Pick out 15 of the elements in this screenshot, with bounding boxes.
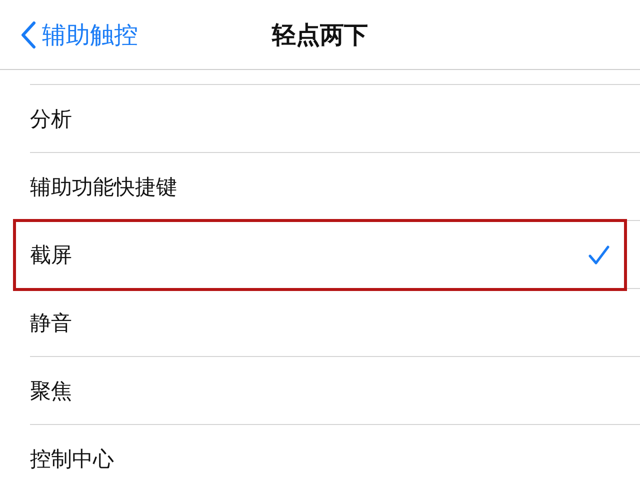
option-label: 聚焦 bbox=[30, 378, 73, 404]
option-label: 辅助功能快捷键 bbox=[30, 174, 178, 200]
option-label: 分析 bbox=[30, 106, 73, 132]
option-row[interactable]: 辅助功能快捷键 bbox=[0, 153, 640, 221]
option-row[interactable]: 分析 bbox=[0, 85, 640, 153]
option-row[interactable]: 控制中心 bbox=[0, 425, 640, 483]
option-label: 截屏 bbox=[30, 242, 73, 268]
option-row[interactable]: 静音 bbox=[0, 289, 640, 357]
option-row[interactable]: 截屏 bbox=[0, 221, 640, 289]
back-button[interactable]: 辅助触控 bbox=[0, 18, 144, 52]
option-label: 静音 bbox=[30, 310, 73, 336]
chevron-left-icon bbox=[20, 20, 36, 48]
option-label: 控制中心 bbox=[30, 446, 115, 472]
page-title: 轻点两下 bbox=[272, 20, 368, 50]
option-row[interactable]: 聚焦 bbox=[0, 357, 640, 425]
